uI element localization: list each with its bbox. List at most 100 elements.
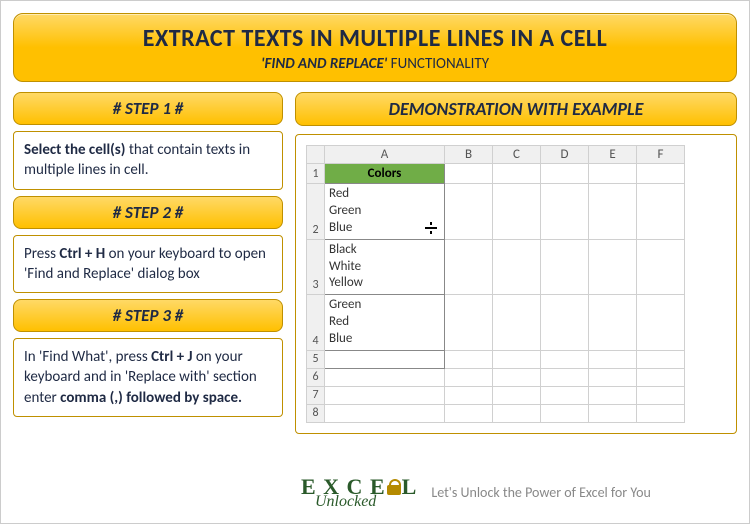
col-header-a[interactable]: A	[325, 146, 445, 164]
cell-a4-line3: Blue	[329, 331, 440, 348]
step3-bold2: comma (,) followed by space.	[60, 389, 242, 407]
cell-b2[interactable]	[445, 184, 493, 240]
cell-f3[interactable]	[637, 239, 685, 295]
row-header-2[interactable]: 2	[307, 184, 325, 240]
step2-header: # STEP 2 #	[13, 196, 283, 229]
logo-top: E X C E L	[301, 477, 417, 497]
cell-b8[interactable]	[445, 405, 493, 423]
cell-a3-line3: Yellow	[329, 275, 440, 292]
cell-a2-line2: Green	[329, 203, 440, 220]
row-header-4[interactable]: 4	[307, 295, 325, 351]
cell-f8[interactable]	[637, 405, 685, 423]
step1-header: # STEP 1 #	[13, 92, 283, 125]
cell-f1[interactable]	[637, 164, 685, 184]
title-sub: 'FIND AND REPLACE' FUNCTIONALITY	[14, 55, 736, 73]
cell-f6[interactable]	[637, 369, 685, 387]
cell-d6[interactable]	[541, 369, 589, 387]
cell-b5[interactable]	[445, 351, 493, 369]
cell-e5[interactable]	[589, 351, 637, 369]
cell-a3-line2: White	[329, 259, 440, 276]
title-sub-em: 'FIND AND REPLACE'	[261, 55, 387, 73]
step2-text1: Press	[24, 245, 59, 263]
tagline: Let's Unlock the Power of Excel for You	[431, 484, 651, 501]
cell-e2[interactable]	[589, 184, 637, 240]
cell-b7[interactable]	[445, 387, 493, 405]
spreadsheet: A B C D E F 1 Colors 2	[306, 145, 685, 423]
logo-text-post: L	[402, 477, 418, 497]
cell-a4-line2: Red	[329, 314, 440, 331]
logo-text-pre: E X C E	[301, 477, 386, 497]
lock-icon	[387, 479, 401, 495]
cell-d4[interactable]	[541, 295, 589, 351]
cell-d7[interactable]	[541, 387, 589, 405]
cell-c6[interactable]	[493, 369, 541, 387]
cell-d5[interactable]	[541, 351, 589, 369]
cursor-icon	[424, 221, 438, 235]
row-header-5[interactable]: 5	[307, 351, 325, 369]
cell-e6[interactable]	[589, 369, 637, 387]
cell-b4[interactable]	[445, 295, 493, 351]
col-header-c[interactable]: C	[493, 146, 541, 164]
row-header-3[interactable]: 3	[307, 239, 325, 295]
cell-a2-line1: Red	[329, 186, 440, 203]
cell-e1[interactable]	[589, 164, 637, 184]
cell-a5[interactable]	[325, 351, 445, 369]
row-header-1[interactable]: 1	[307, 164, 325, 184]
cell-c4[interactable]	[493, 295, 541, 351]
cell-a3-line1: Black	[329, 242, 440, 259]
demo-header: DEMONSTRATION WITH EXAMPLE	[295, 92, 737, 126]
cell-f4[interactable]	[637, 295, 685, 351]
cell-e4[interactable]	[589, 295, 637, 351]
steps-column: # STEP 1 # Select the cell(s) that conta…	[13, 92, 283, 434]
step2-body: Press Ctrl + H on your keyboard to open …	[13, 235, 283, 294]
cell-c2[interactable]	[493, 184, 541, 240]
cell-c8[interactable]	[493, 405, 541, 423]
row-header-7[interactable]: 7	[307, 387, 325, 405]
cell-a4-line1: Green	[329, 297, 440, 314]
demo-column: DEMONSTRATION WITH EXAMPLE A B C D E F 1…	[295, 92, 737, 434]
step3-bold1: Ctrl + J	[151, 348, 192, 366]
cell-b6[interactable]	[445, 369, 493, 387]
title-bar: EXTRACT TEXTS IN MULTIPLE LINES IN A CEL…	[13, 13, 737, 82]
col-header-e[interactable]: E	[589, 146, 637, 164]
cell-d2[interactable]	[541, 184, 589, 240]
step3-body: In 'Find What', press Ctrl + J on your k…	[13, 338, 283, 417]
step1-bold: Select the cell(s)	[24, 141, 125, 159]
cell-a2[interactable]: Red Green Blue	[325, 184, 445, 240]
step3-text1: In 'Find What', press	[24, 348, 151, 366]
cell-f2[interactable]	[637, 184, 685, 240]
cell-c7[interactable]	[493, 387, 541, 405]
cell-d3[interactable]	[541, 239, 589, 295]
cell-a1[interactable]: Colors	[325, 164, 445, 184]
cell-d8[interactable]	[541, 405, 589, 423]
cell-a3[interactable]: Black White Yellow	[325, 239, 445, 295]
row-header-6[interactable]: 6	[307, 369, 325, 387]
step2-bold: Ctrl + H	[59, 245, 105, 263]
title-sub-rest: FUNCTIONALITY	[387, 55, 489, 73]
cell-f5[interactable]	[637, 351, 685, 369]
footer: E X C E L Unlocked Let's Unlock the Powe…	[301, 477, 651, 509]
cell-c5[interactable]	[493, 351, 541, 369]
cell-e7[interactable]	[589, 387, 637, 405]
cell-a6[interactable]	[325, 369, 445, 387]
cell-b3[interactable]	[445, 239, 493, 295]
step1-body: Select the cell(s) that contain texts in…	[13, 131, 283, 190]
cell-a7[interactable]	[325, 387, 445, 405]
cell-a8[interactable]	[325, 405, 445, 423]
cell-c1[interactable]	[493, 164, 541, 184]
title-main: EXTRACT TEXTS IN MULTIPLE LINES IN A CEL…	[14, 24, 736, 53]
cell-f7[interactable]	[637, 387, 685, 405]
row-header-8[interactable]: 8	[307, 405, 325, 423]
step3-header: # STEP 3 #	[13, 299, 283, 332]
select-all-corner[interactable]	[307, 146, 325, 164]
col-header-f[interactable]: F	[637, 146, 685, 164]
cell-d1[interactable]	[541, 164, 589, 184]
cell-e3[interactable]	[589, 239, 637, 295]
logo: E X C E L Unlocked	[301, 477, 417, 509]
cell-c3[interactable]	[493, 239, 541, 295]
cell-b1[interactable]	[445, 164, 493, 184]
cell-e8[interactable]	[589, 405, 637, 423]
col-header-d[interactable]: D	[541, 146, 589, 164]
cell-a4[interactable]: Green Red Blue	[325, 295, 445, 351]
col-header-b[interactable]: B	[445, 146, 493, 164]
